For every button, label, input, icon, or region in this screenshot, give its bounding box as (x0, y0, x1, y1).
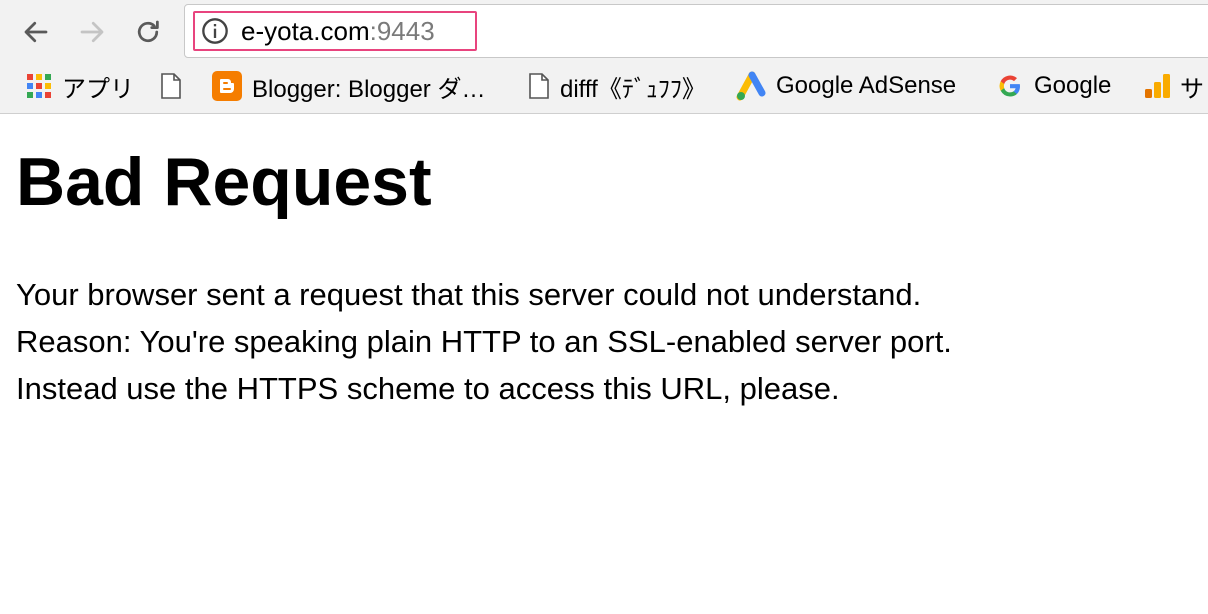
bookmark-label: Blogger: Blogger ダ… (252, 75, 486, 103)
bookmark-analytics[interactable]: サ (1144, 64, 1204, 108)
address-bar[interactable]: e-yota.com:9443 (184, 4, 1208, 58)
bookmark-difff[interactable]: difff《ﾃﾞｭﾌﾌ》 (528, 64, 706, 108)
page-icon (161, 73, 181, 99)
url-port: :9443 (369, 15, 435, 46)
bookmark-adsense[interactable]: Google AdSense (736, 64, 956, 108)
error-line: Reason: You're speaking plain HTTP to an… (16, 324, 952, 359)
page-content: Bad Request Your browser sent a request … (0, 115, 1208, 614)
adsense-icon (736, 71, 766, 101)
error-message: Your browser sent a request that this se… (16, 271, 952, 412)
bookmarks-bar: アプリ Blogger: Blogger ダ… difff《ﾃﾞｭﾌﾌ》 Goo… (0, 64, 1208, 108)
bookmark-label: difff《ﾃﾞｭﾌﾌ》 (560, 75, 706, 103)
blogger-icon (212, 71, 242, 101)
bookmark-apps[interactable]: アプリ (26, 64, 134, 108)
reload-icon (137, 20, 159, 43)
url-highlight-box: e-yota.com:9443 (193, 11, 477, 51)
bookmark-google[interactable]: Google (996, 64, 1111, 108)
url-host: e-yota.com (241, 15, 370, 46)
info-circle-icon[interactable] (201, 17, 229, 45)
page-icon (529, 73, 549, 99)
page-title: Bad Request (16, 144, 432, 220)
google-g-icon (999, 75, 1020, 97)
arrow-right-icon (80, 21, 104, 43)
error-line: Your browser sent a request that this se… (16, 277, 922, 312)
forward-button[interactable] (72, 12, 112, 52)
bookmark-untitled[interactable] (160, 64, 192, 108)
bookmark-label: Google (1034, 72, 1112, 99)
error-line: Instead use the HTTPS scheme to access t… (16, 371, 840, 406)
bookmark-blogger[interactable]: Blogger: Blogger ダ… (212, 64, 485, 108)
back-button[interactable] (16, 12, 56, 52)
bookmark-label: Google AdSense (776, 72, 957, 99)
apps-grid-icon (27, 74, 51, 98)
bookmark-label: サ (1180, 75, 1204, 103)
bookmark-label: アプリ (62, 75, 134, 103)
url-text[interactable]: e-yota.com:9443 (241, 16, 435, 47)
analytics-icon (1145, 74, 1170, 98)
browser-chrome: e-yota.com:9443 アプリ Blogger: Blogger ダ… … (0, 0, 1208, 114)
arrow-left-icon (24, 21, 48, 43)
reload-button[interactable] (128, 12, 168, 52)
